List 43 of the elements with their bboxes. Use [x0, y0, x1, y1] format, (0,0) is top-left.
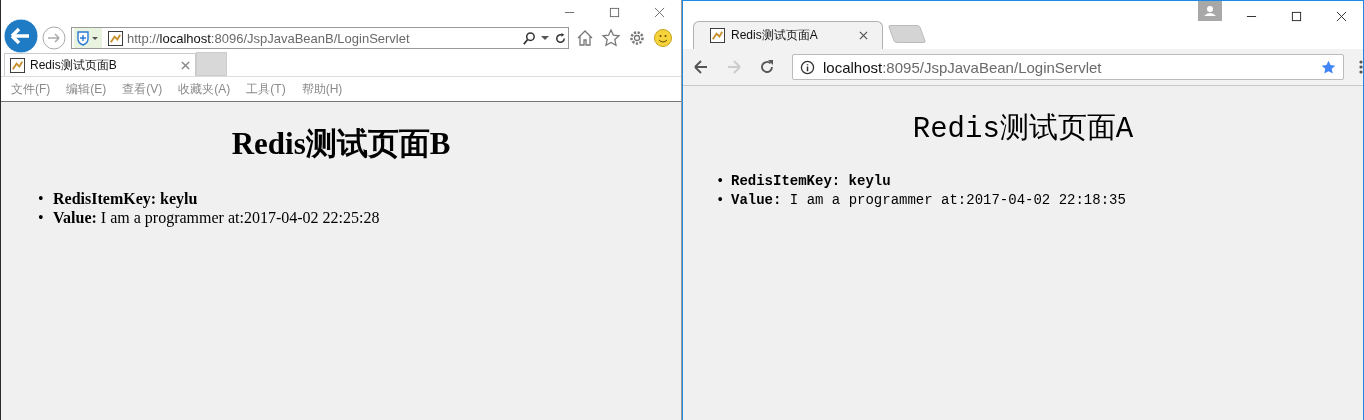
browser-tab[interactable]: Redis测试页面A: [693, 21, 883, 49]
list-item: RedisItemKey: keylu: [53, 189, 198, 208]
refresh-icon[interactable]: [759, 59, 775, 75]
dropdown-icon[interactable]: [541, 34, 549, 42]
list-item: Value: I am a programmer at:2017-04-02 22:25:28: [53, 208, 380, 227]
info-icon[interactable]: [800, 59, 815, 75]
menu-item[interactable]: 编辑(E): [66, 80, 107, 98]
bullet: •: [38, 208, 45, 227]
url-text: localhost:8095/JspJavaBean/LoginServlet: [823, 58, 1103, 76]
page-heading: Redis测试页面B: [230, 125, 452, 163]
back-button[interactable]: [693, 59, 709, 75]
close-icon[interactable]: [859, 31, 868, 40]
page-heading: Redis测试页面A: [911, 112, 1135, 148]
settings-icon[interactable]: [627, 28, 647, 48]
list-item: Value: I am a programmer at:2017-04-02 22:18:35: [731, 191, 1126, 210]
menu-item[interactable]: 收藏夹(A): [178, 80, 231, 98]
favicon-icon: [10, 57, 25, 73]
bullet: •: [716, 172, 726, 191]
menu-icon[interactable]: [1359, 59, 1363, 75]
bookmark-star-icon[interactable]: [1320, 58, 1337, 76]
menu-item[interactable]: 查看(V): [122, 80, 163, 98]
close-icon[interactable]: [1336, 10, 1347, 22]
shield-icon[interactable]: [72, 28, 104, 48]
address-bar[interactable]: localhost:8095/JspJavaBean/LoginServlet: [792, 54, 1344, 80]
search-icon[interactable]: [522, 30, 537, 46]
smiley-icon[interactable]: [653, 28, 673, 48]
refresh-icon[interactable]: [553, 30, 568, 46]
tab-title: Redis测试页面B: [30, 56, 118, 74]
list-item: RedisItemKey: keylu: [731, 172, 891, 191]
bullet: •: [716, 191, 726, 210]
star-icon[interactable]: [601, 28, 621, 48]
menu-item[interactable]: 帮助(H): [301, 80, 343, 98]
bullet: •: [38, 189, 45, 208]
home-icon[interactable]: [575, 28, 595, 48]
menu-item[interactable]: 文件(F): [11, 80, 51, 98]
favicon-icon: [108, 30, 123, 46]
menu-item[interactable]: 工具(T): [246, 80, 286, 98]
tab-title: Redis测试页面A: [731, 27, 819, 44]
url-text: http://localhost:8096/JspJavaBeanB/LoginServlet: [127, 30, 411, 46]
maximize-icon[interactable]: [1291, 10, 1302, 22]
browser-tab[interactable]: Redis测试页面B: [4, 53, 196, 76]
address-bar[interactable]: http://localhost:8096/JspJavaBeanB/LoginServlet: [71, 27, 569, 49]
favicon-icon: [710, 28, 725, 43]
